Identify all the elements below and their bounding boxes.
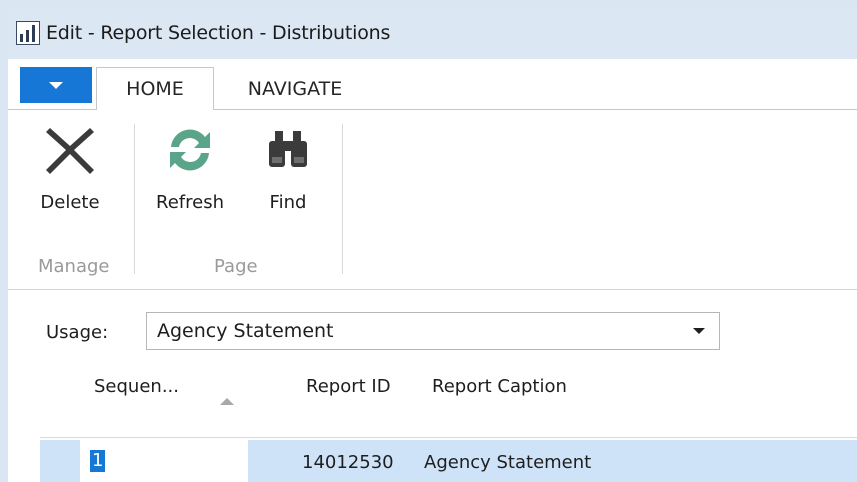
report-caption-cell[interactable]: Agency Statement — [424, 452, 591, 473]
usage-select-value: Agency Statement — [157, 320, 334, 342]
sequence-value[interactable]: 1 — [90, 450, 106, 472]
group-label-manage: Manage — [38, 256, 110, 277]
delete-label: Delete — [40, 192, 100, 213]
usage-label: Usage: — [46, 322, 109, 343]
tab-navigate-label: NAVIGATE — [247, 77, 343, 100]
report-id-cell[interactable]: 14012530 — [302, 452, 394, 473]
usage-row: Usage: Agency Statement — [8, 290, 857, 362]
column-header-sequence[interactable]: Sequen... — [94, 376, 179, 397]
table-row[interactable]: 1 14012530 Agency Statement — [40, 440, 857, 482]
find-button[interactable]: Find — [258, 120, 318, 213]
delete-button[interactable]: Delete — [40, 120, 100, 213]
refresh-icon — [160, 120, 220, 180]
find-label: Find — [269, 192, 307, 213]
group-separator — [342, 124, 343, 274]
report-grid: Sequen... Report ID Report Caption 1 140… — [40, 362, 857, 482]
delete-x-icon — [40, 120, 100, 180]
window-frame-left — [0, 0, 8, 482]
sort-ascending-icon — [220, 398, 234, 405]
window-title: Edit - Report Selection - Distributions — [46, 22, 391, 44]
ribbon: Delete Refresh Find Manage Page — [8, 110, 857, 290]
ribbon-tab-bar: HOME NAVIGATE — [8, 59, 857, 111]
chevron-down-icon[interactable] — [693, 328, 705, 334]
refresh-label: Refresh — [156, 192, 224, 213]
app-menu-button[interactable] — [20, 67, 92, 103]
grid-header: Sequen... Report ID Report Caption — [40, 362, 857, 438]
binoculars-icon — [258, 120, 318, 180]
window-frame-top — [0, 0, 857, 7]
usage-select[interactable]: Agency Statement — [146, 312, 720, 350]
refresh-button[interactable]: Refresh — [156, 120, 224, 213]
tab-home-label: HOME — [126, 78, 184, 100]
group-label-page: Page — [214, 256, 258, 277]
caret-down-icon — [49, 81, 63, 89]
tab-navigate[interactable]: NAVIGATE — [230, 67, 360, 110]
column-header-report-caption[interactable]: Report Caption — [432, 376, 567, 397]
tab-home[interactable]: HOME — [96, 67, 214, 111]
column-header-report-id[interactable]: Report ID — [306, 376, 391, 397]
app-chart-icon — [16, 21, 40, 45]
group-separator — [134, 124, 135, 274]
title-bar: Edit - Report Selection - Distributions — [8, 7, 857, 59]
